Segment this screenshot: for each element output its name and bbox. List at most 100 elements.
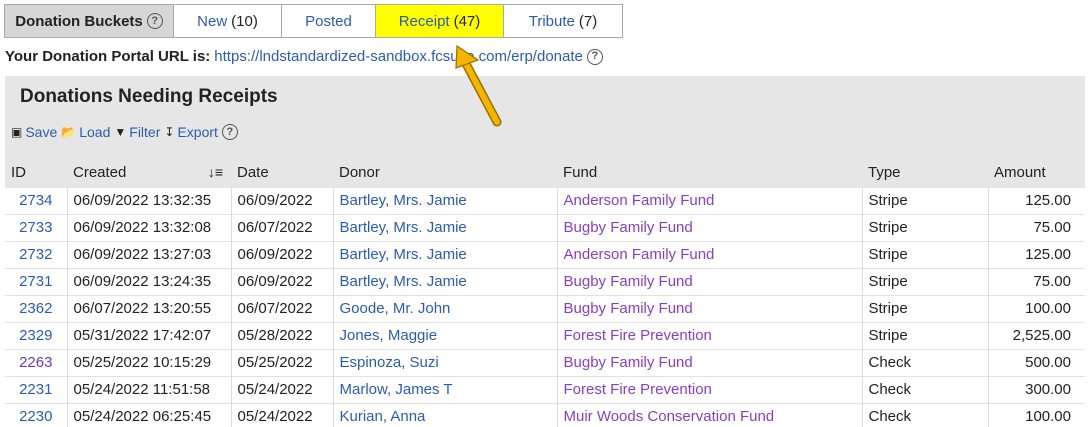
row-type: Check xyxy=(862,402,989,427)
portal-url-label: Your Donation Portal URL is: xyxy=(5,48,211,65)
row-type: Stripe xyxy=(862,213,989,241)
export-icon: ↧ xyxy=(164,125,175,139)
yellow-arrow-icon xyxy=(455,44,502,127)
row-donor-link[interactable]: Marlow, James T xyxy=(333,375,558,403)
tab-tribute-count: (7) xyxy=(578,12,598,30)
floppy-disk-icon: ▣ xyxy=(11,125,23,139)
row-amount: 2,525.00 xyxy=(988,321,1085,349)
folder-open-icon: 📂 xyxy=(61,125,77,139)
row-fund-link[interactable]: Bugby Family Fund xyxy=(557,267,863,295)
column-header-id[interactable]: ID xyxy=(5,159,67,187)
table-row[interactable]: 2231 05/24/2022 11:51:58 05/24/2022 Marlow,… xyxy=(5,375,1085,403)
portal-url-line: Your Donation Portal URL is: https://lnd… xyxy=(5,48,603,65)
row-amount: 125.00 xyxy=(988,186,1085,214)
tab-new-label: New xyxy=(197,12,228,30)
portal-url-link[interactable]: https://lndstandardized-sandbox.fcsuite.… xyxy=(214,48,583,65)
row-fund-link[interactable]: Bugby Family Fund xyxy=(557,213,863,241)
row-amount: 300.00 xyxy=(988,375,1085,403)
tab-tribute[interactable]: Tribute (7) xyxy=(504,5,622,37)
tab-new-count: (10) xyxy=(231,12,258,30)
row-id-link[interactable]: 2362 xyxy=(5,294,68,322)
tab-receipt[interactable]: Receipt (47) xyxy=(376,5,504,37)
column-header-created[interactable]: Created ↓≡ xyxy=(67,159,231,187)
row-created: 06/09/2022 13:32:08 xyxy=(67,213,232,241)
table-header-row: ID Created ↓≡ Date Donor Fund Type Amoun… xyxy=(5,159,1085,187)
row-type: Check xyxy=(862,375,989,403)
tab-posted[interactable]: Posted xyxy=(282,5,376,37)
table-row[interactable]: 2230 05/24/2022 06:25:45 05/24/2022 Kurian,… xyxy=(5,402,1085,427)
funnel-icon: ▼ xyxy=(114,125,127,139)
row-id-link[interactable]: 2263 xyxy=(5,348,68,376)
help-icon[interactable]: ? xyxy=(586,48,603,65)
buckets-label-text: Donation Buckets xyxy=(15,12,143,30)
row-fund-link[interactable]: Muir Woods Conservation Fund xyxy=(557,402,863,427)
row-donor-link[interactable]: Jones, Maggie xyxy=(333,321,558,349)
row-date: 06/09/2022 xyxy=(231,186,334,214)
row-type: Stripe xyxy=(862,294,989,322)
column-header-amount[interactable]: Amount xyxy=(988,159,1085,187)
row-fund-link[interactable]: Forest Fire Prevention xyxy=(557,321,863,349)
row-donor-link[interactable]: Bartley, Mrs. Jamie xyxy=(333,267,558,295)
row-date: 06/09/2022 xyxy=(231,267,334,295)
table-row[interactable]: 2734 06/09/2022 13:32:35 06/09/2022 Bartley… xyxy=(5,186,1085,214)
help-icon[interactable]: ? xyxy=(221,124,238,140)
row-type: Stripe xyxy=(862,186,989,214)
table-row[interactable]: 2263 05/25/2022 10:15:29 05/25/2022 Espinoz… xyxy=(5,348,1085,376)
tab-tribute-label: Tribute xyxy=(528,12,575,30)
load-label: Load xyxy=(79,124,111,140)
row-fund-link[interactable]: Bugby Family Fund xyxy=(557,294,863,322)
column-header-donor[interactable]: Donor xyxy=(333,159,557,187)
row-donor-link[interactable]: Espinoza, Suzi xyxy=(333,348,558,376)
tab-receipt-count: (47) xyxy=(453,12,481,30)
row-amount: 125.00 xyxy=(988,240,1085,268)
row-donor-link[interactable]: Bartley, Mrs. Jamie xyxy=(333,186,558,214)
row-donor-link[interactable]: Kurian, Anna xyxy=(333,402,558,427)
tab-new[interactable]: New (10) xyxy=(174,5,282,37)
row-id-link[interactable]: 2733 xyxy=(5,213,68,241)
row-amount: 75.00 xyxy=(988,213,1085,241)
row-donor-link[interactable]: Goode, Mr. John xyxy=(333,294,558,322)
panel-title: Donations Needing Receipts xyxy=(20,86,278,107)
column-header-type[interactable]: Type xyxy=(862,159,988,187)
export-label: Export xyxy=(177,124,218,140)
filter-button[interactable]: ▼ Filter xyxy=(114,124,160,140)
row-fund-link[interactable]: Anderson Family Fund xyxy=(557,240,863,268)
row-donor-link[interactable]: Bartley, Mrs. Jamie xyxy=(333,213,558,241)
row-id-link[interactable]: 2731 xyxy=(5,267,68,295)
table-row[interactable]: 2362 06/07/2022 13:20:55 06/07/2022 Goode, … xyxy=(5,294,1085,322)
row-date: 06/07/2022 xyxy=(231,213,334,241)
row-created: 05/24/2022 11:51:58 xyxy=(67,375,232,403)
table-row[interactable]: 2732 06/09/2022 13:27:03 06/09/2022 Bartley… xyxy=(5,240,1085,268)
row-id-link[interactable]: 2329 xyxy=(5,321,68,349)
export-button[interactable]: ↧ Export xyxy=(164,124,218,140)
row-fund-link[interactable]: Forest Fire Prevention xyxy=(557,375,863,403)
row-id-link[interactable]: 2734 xyxy=(5,186,68,214)
save-button[interactable]: ▣ Save xyxy=(11,124,57,140)
buckets-label: Donation Buckets ? xyxy=(5,5,174,37)
column-header-fund[interactable]: Fund xyxy=(557,159,862,187)
table-row[interactable]: 2733 06/09/2022 13:32:08 06/07/2022 Bartley… xyxy=(5,213,1085,241)
row-type: Stripe xyxy=(862,321,989,349)
row-created: 06/09/2022 13:32:35 xyxy=(67,186,232,214)
row-id-link[interactable]: 2230 xyxy=(5,402,68,427)
help-icon[interactable]: ? xyxy=(146,13,163,29)
row-fund-link[interactable]: Bugby Family Fund xyxy=(557,348,863,376)
donation-buckets-bar: Donation Buckets ? New (10) Posted Recei… xyxy=(4,4,623,38)
panel-toolbar: ▣ Save 📂 Load ▼ Filter ↧ Export ? xyxy=(11,124,238,140)
row-id-link[interactable]: 2231 xyxy=(5,375,68,403)
row-date: 06/07/2022 xyxy=(231,294,334,322)
row-amount: 500.00 xyxy=(988,348,1085,376)
table-row[interactable]: 2731 06/09/2022 13:24:35 06/09/2022 Bartley… xyxy=(5,267,1085,295)
column-header-created-label: Created xyxy=(73,164,127,182)
tab-posted-label: Posted xyxy=(305,12,352,30)
row-amount: 100.00 xyxy=(988,402,1085,427)
column-header-date[interactable]: Date xyxy=(231,159,333,187)
row-date: 05/28/2022 xyxy=(231,321,334,349)
row-created: 05/25/2022 10:15:29 xyxy=(67,348,232,376)
table-row[interactable]: 2329 05/31/2022 17:42:07 05/28/2022 Jones, … xyxy=(5,321,1085,349)
row-id-link[interactable]: 2732 xyxy=(5,240,68,268)
load-button[interactable]: 📂 Load xyxy=(61,124,110,140)
row-donor-link[interactable]: Bartley, Mrs. Jamie xyxy=(333,240,558,268)
row-amount: 75.00 xyxy=(988,267,1085,295)
row-fund-link[interactable]: Anderson Family Fund xyxy=(557,186,863,214)
